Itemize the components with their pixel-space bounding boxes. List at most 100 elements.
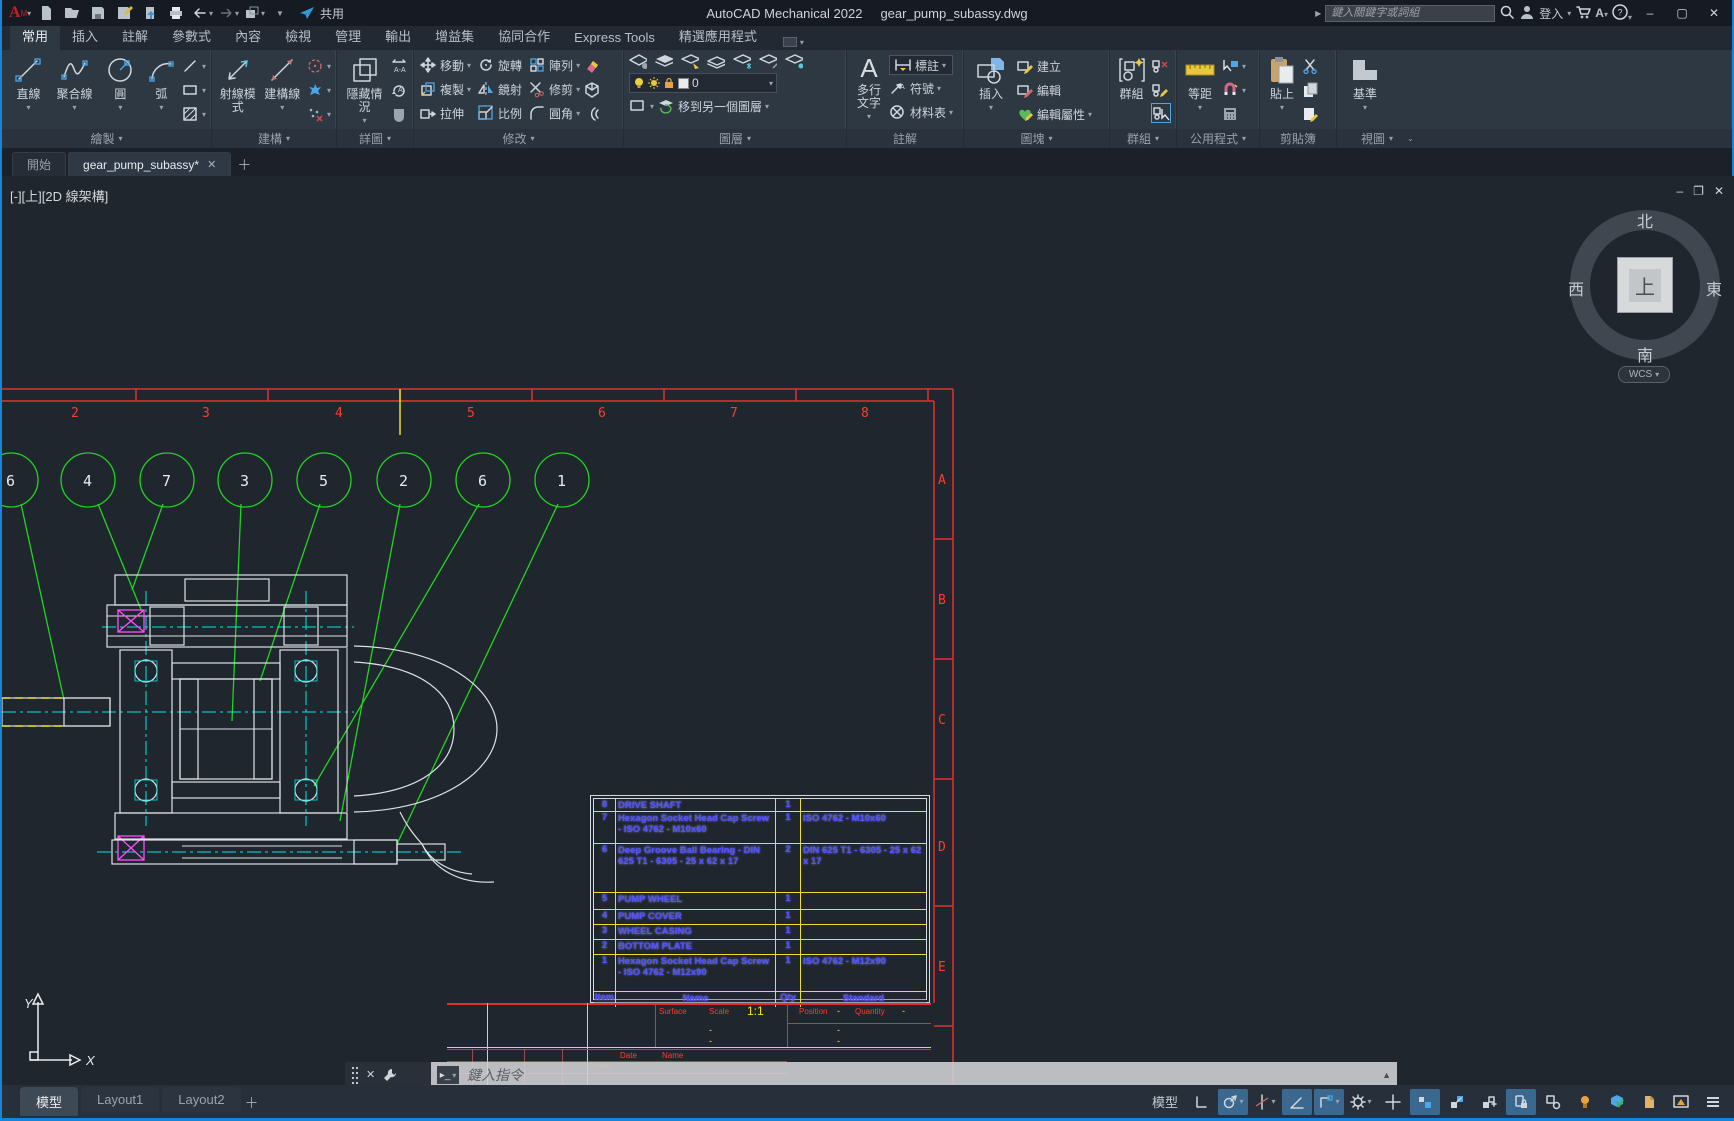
panel-label-construct[interactable]: 建構▾ bbox=[212, 129, 336, 148]
layout-tab-1[interactable]: Layout1 bbox=[81, 1087, 159, 1112]
command-close-icon[interactable]: ✕ bbox=[366, 1068, 375, 1081]
search-icon[interactable] bbox=[1499, 4, 1515, 23]
viewcube-east[interactable]: 東 bbox=[1706, 276, 1722, 300]
trim-button[interactable]: 修剪▾ bbox=[528, 78, 580, 100]
ray-button[interactable]: 射線模式 bbox=[217, 53, 258, 129]
ribbon-tab-4[interactable]: 內容 bbox=[223, 22, 273, 50]
array-button[interactable]: 陣列▾ bbox=[528, 54, 580, 76]
command-prompt-icon[interactable]: ▸_▾ bbox=[437, 1066, 459, 1084]
rectangle-button[interactable]: ▾ bbox=[181, 79, 206, 101]
object-snap-icon[interactable]: ▾ bbox=[1314, 1089, 1344, 1115]
wrench-icon[interactable] bbox=[382, 1067, 398, 1083]
qat-more-icon[interactable]: ▼ bbox=[268, 2, 292, 24]
new-tab-button[interactable]: ＋ bbox=[233, 154, 255, 176]
rotate-view-button[interactable]: A bbox=[390, 79, 408, 101]
save-icon[interactable] bbox=[86, 2, 110, 24]
ribbon-display-toggle[interactable]: ▾ bbox=[777, 34, 810, 50]
search-input[interactable] bbox=[1325, 5, 1495, 22]
ribbon-tab-7[interactable]: 輸出 bbox=[373, 22, 423, 50]
trusted-dwg-icon[interactable] bbox=[1634, 1089, 1664, 1115]
statusbar-model-label[interactable]: 模型 bbox=[1152, 1092, 1178, 1111]
layer-state-icon[interactable] bbox=[655, 53, 673, 71]
command-window-handle[interactable]: ✕ bbox=[345, 1062, 431, 1085]
isolate-objects-icon[interactable] bbox=[1570, 1089, 1600, 1115]
snap-corner-icon[interactable] bbox=[1186, 1089, 1216, 1115]
move-to-layer-button[interactable]: 移到另一個圖層 bbox=[678, 98, 762, 115]
offset-button[interactable] bbox=[583, 103, 601, 125]
bom-row[interactable]: 6Deep Groove Ball Bearing - DIN 625 T1 -… bbox=[594, 844, 926, 893]
base-view-button[interactable]: 基準▾ bbox=[1342, 53, 1388, 129]
move-to-layer-icon[interactable] bbox=[657, 97, 675, 115]
drawing-canvas[interactable]: .red{stroke:#e03030;stroke-width:1.5;fil… bbox=[2, 176, 1734, 1085]
signin-label[interactable]: 登入 bbox=[1539, 5, 1563, 22]
print-icon[interactable] bbox=[164, 2, 188, 24]
move-button[interactable]: 移動▾ bbox=[419, 54, 471, 76]
viewcube-north[interactable]: 北 bbox=[1637, 208, 1653, 232]
symbol-button[interactable]: A符號▾ bbox=[889, 77, 953, 99]
file-tab-document[interactable]: gear_pump_subassy*✕ bbox=[68, 152, 231, 176]
layer-freeze-icon[interactable] bbox=[733, 53, 751, 71]
measure-button[interactable]: 等距▾ bbox=[1182, 53, 1218, 129]
viewcube[interactable]: 北 西 東 南 上 bbox=[1570, 210, 1720, 360]
balloon[interactable]: 4 bbox=[61, 453, 115, 507]
bom-row[interactable]: 5PUMP WHEEL1 bbox=[594, 893, 926, 910]
centermark-button[interactable]: ▾ bbox=[306, 55, 331, 77]
bom-row[interactable]: 3WHEEL CASING1 bbox=[594, 925, 926, 940]
ribbon-tab-0[interactable]: 常用 bbox=[10, 22, 60, 50]
ribbon-tab-10[interactable]: Express Tools bbox=[562, 26, 667, 50]
ribbon-tab-6[interactable]: 管理 bbox=[323, 22, 373, 50]
layer-on-icon[interactable] bbox=[785, 53, 803, 71]
quick-properties-icon[interactable] bbox=[1538, 1089, 1568, 1115]
signin-caret-icon[interactable]: ▾ bbox=[1567, 9, 1571, 18]
balloon[interactable]: 6 bbox=[456, 453, 510, 507]
viewcube-top-face[interactable]: 上 bbox=[1617, 257, 1673, 313]
ribbon-tab-5[interactable]: 檢視 bbox=[273, 22, 323, 50]
panel-label-block[interactable]: 圖塊▾ bbox=[964, 129, 1109, 148]
balloon[interactable]: 1 bbox=[535, 453, 589, 507]
maximize-button[interactable]: ▢ bbox=[1668, 2, 1696, 24]
bom-row[interactable]: 4PUMP COVER1 bbox=[594, 910, 926, 925]
hide-situation-button[interactable]: 隱藏情況▾ bbox=[342, 53, 387, 129]
polyline-button[interactable]: 聚合線▾ bbox=[53, 53, 96, 129]
save-to-web-icon[interactable] bbox=[138, 2, 162, 24]
clean-screen-icon[interactable] bbox=[1666, 1089, 1696, 1115]
ribbon-tab-3[interactable]: 參數式 bbox=[160, 22, 223, 50]
minimize-button[interactable]: ‒ bbox=[1636, 2, 1664, 24]
bom-row[interactable]: 7Hexagon Socket Head Cap Screw - ISO 476… bbox=[594, 812, 926, 844]
shape-button[interactable] bbox=[390, 103, 408, 125]
balloon[interactable]: 3 bbox=[218, 453, 272, 507]
command-history-icon[interactable]: ▲ bbox=[1382, 1070, 1391, 1080]
cut-button[interactable] bbox=[1302, 55, 1320, 77]
share-button[interactable]: 共用 bbox=[298, 5, 344, 22]
construction-line-button[interactable]: 建構線▾ bbox=[261, 53, 302, 129]
magnet-button[interactable]: ▾ bbox=[1221, 79, 1246, 101]
scatter-button[interactable]: ▾ bbox=[306, 103, 331, 125]
panel-label-utility[interactable]: 公用程式▾ bbox=[1177, 129, 1259, 148]
app-store-cart-icon[interactable] bbox=[1575, 4, 1591, 23]
section-aa-button[interactable]: A-A bbox=[390, 55, 408, 77]
close-button[interactable]: ✕ bbox=[1700, 2, 1728, 24]
block-edit-attr-button[interactable]: 編輯屬性▾ bbox=[1016, 103, 1092, 125]
bom-row[interactable]: 1Hexagon Socket Head Cap Screw - ISO 476… bbox=[594, 955, 926, 992]
layer-isolate-icon[interactable] bbox=[681, 53, 699, 71]
block-create-button[interactable]: 建立 bbox=[1016, 55, 1092, 77]
copy-button[interactable]: 複製▾ bbox=[419, 78, 471, 100]
command-prompt-text[interactable]: 鍵入指令 bbox=[467, 1065, 523, 1085]
graphics-performance-icon[interactable] bbox=[1602, 1089, 1632, 1115]
layer-properties-icon[interactable] bbox=[629, 53, 647, 71]
layout-switch-icon[interactable]: ▾ bbox=[242, 2, 266, 24]
scale-button[interactable]: 比例 bbox=[477, 102, 522, 124]
arc-button[interactable]: 弧▾ bbox=[145, 53, 178, 129]
layout-tab-0[interactable]: 模型 bbox=[20, 1087, 78, 1116]
isometric-icon[interactable]: ▾ bbox=[1250, 1089, 1280, 1115]
panel-label-layer[interactable]: 圖層▾ bbox=[624, 129, 846, 148]
circle-button[interactable]: 圓▾ bbox=[99, 53, 142, 129]
layer-match-icon[interactable] bbox=[629, 97, 647, 115]
ribbon-tab-9[interactable]: 協同合作 bbox=[486, 22, 562, 50]
annotation-scale-icon[interactable] bbox=[1442, 1089, 1472, 1115]
balloon[interactable]: 2 bbox=[377, 453, 431, 507]
drawline-more-button[interactable]: ▾ bbox=[181, 55, 206, 77]
new-layout-button[interactable]: ＋ bbox=[241, 1092, 263, 1114]
explode-button[interactable] bbox=[583, 79, 601, 101]
erase-button[interactable] bbox=[583, 55, 601, 77]
